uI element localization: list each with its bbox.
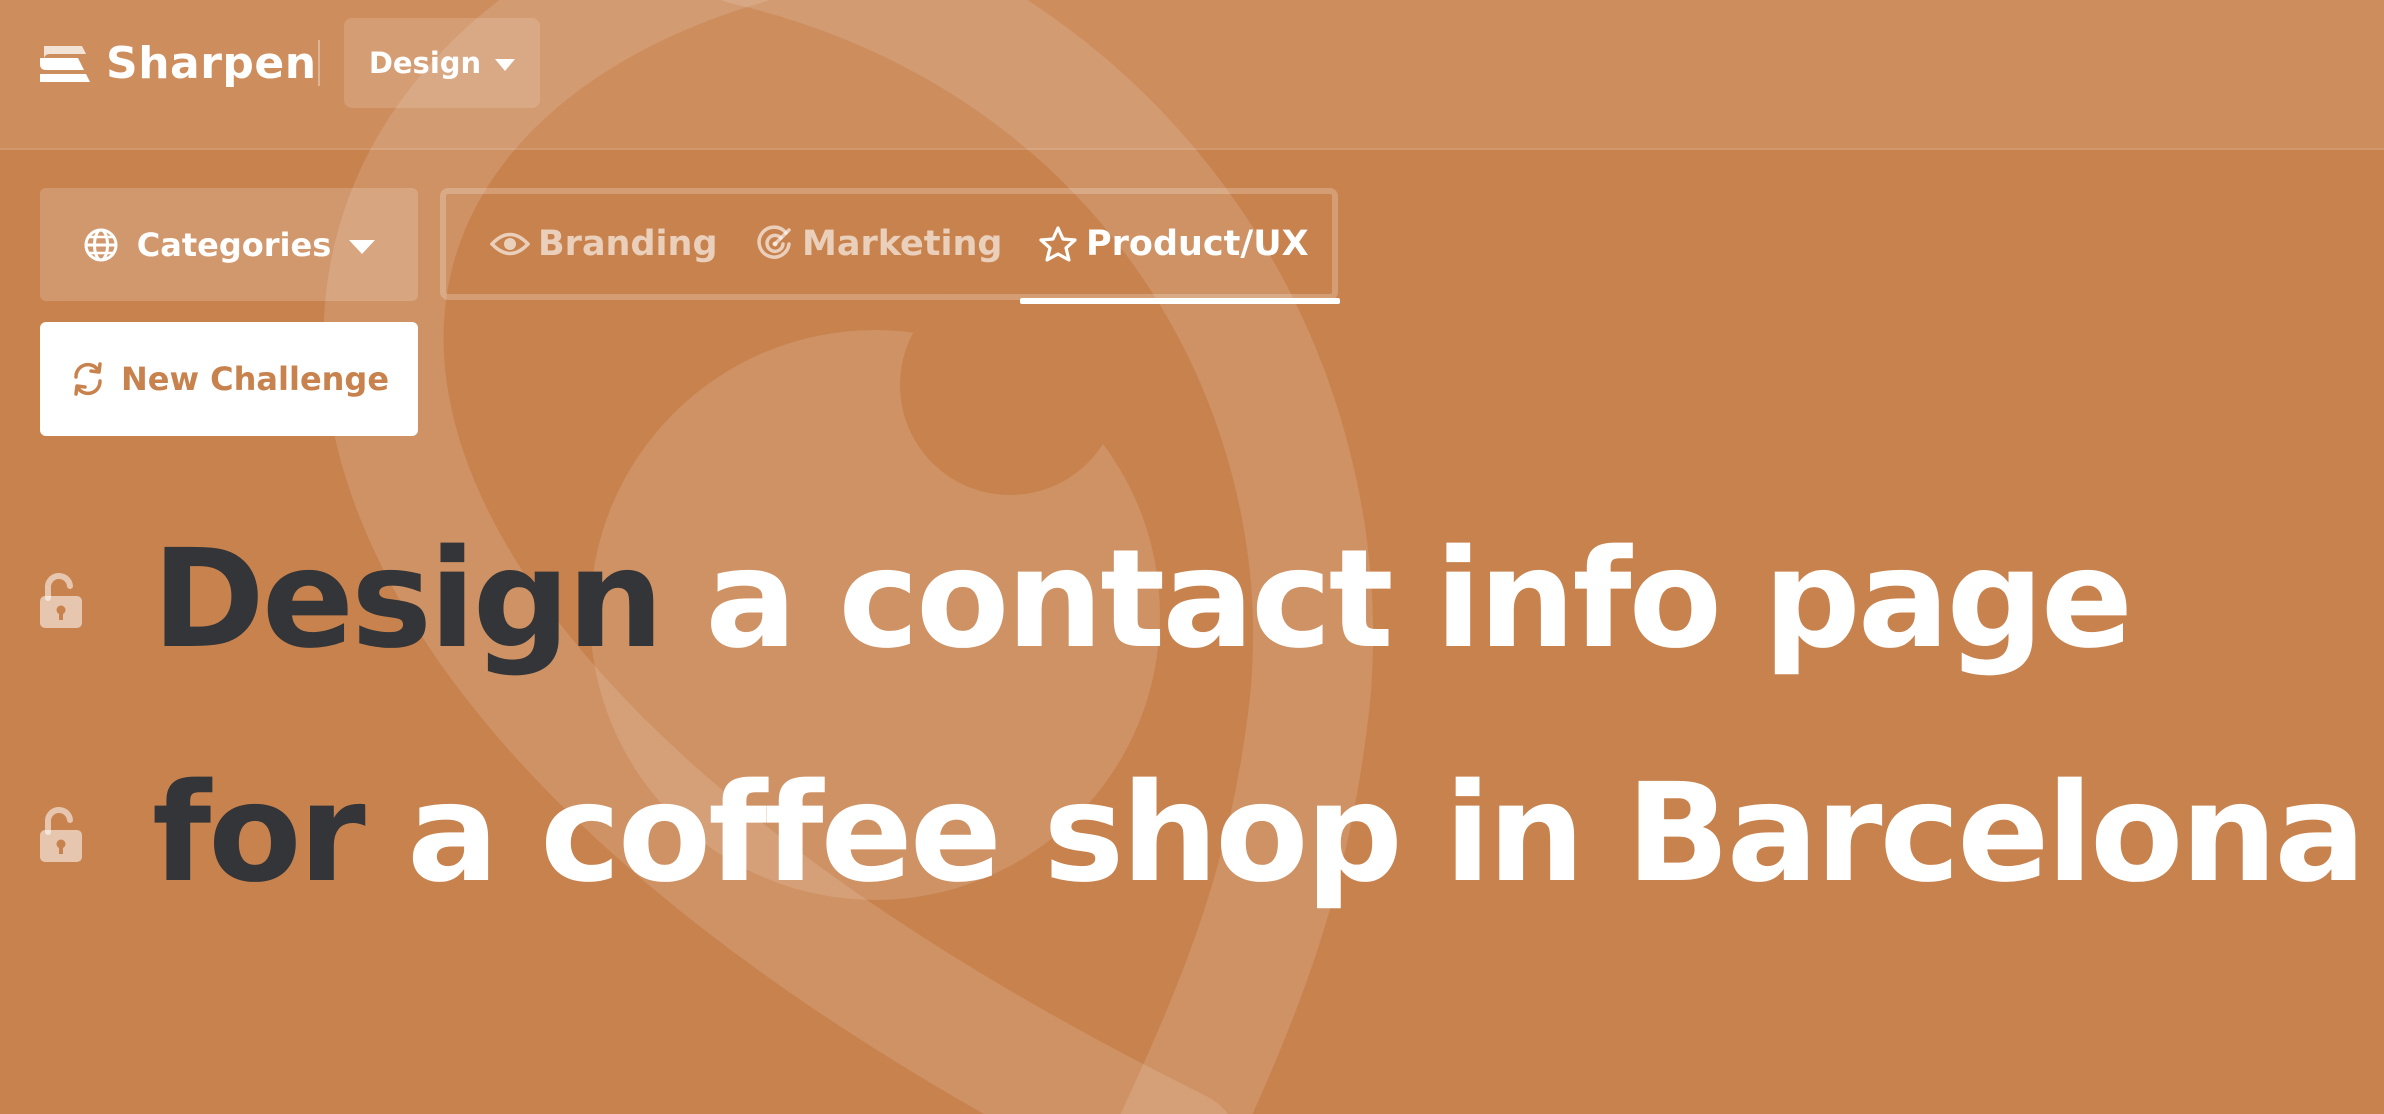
unlock-icon[interactable]	[38, 806, 84, 862]
top-navigation-bar: Sharpen Design	[0, 0, 2384, 150]
tab-branding[interactable]: Branding	[490, 194, 718, 294]
chevron-down-icon	[349, 239, 376, 254]
new-challenge-button[interactable]: New Challenge	[40, 322, 418, 436]
active-tab-indicator	[1020, 298, 1340, 304]
target-icon	[757, 225, 791, 259]
challenge-text: a coffee shop in Barcelona	[407, 755, 2366, 913]
challenge-line-2: for a coffee shop in Barcelona	[38, 754, 2366, 914]
design-dropdown[interactable]: Design	[344, 18, 540, 108]
eye-icon	[490, 232, 530, 256]
category-tabs: Branding Marketing Product/UX	[440, 188, 1340, 304]
globe-icon	[84, 228, 118, 261]
design-dropdown-label: Design	[368, 46, 482, 80]
tab-label: Product/UX	[1086, 224, 1309, 264]
challenge-keyword: for	[152, 755, 366, 913]
sharpen-logo-icon	[40, 45, 90, 82]
tab-product-ux[interactable]: Product/UX	[1038, 194, 1309, 294]
unlock-icon[interactable]	[38, 572, 84, 628]
tab-label: Branding	[538, 224, 718, 264]
refresh-icon	[74, 362, 102, 396]
tab-label: Marketing	[802, 224, 1003, 264]
app-logo[interactable]: Sharpen	[38, 38, 317, 89]
categories-dropdown[interactable]: Categories	[40, 188, 418, 301]
categories-label: Categories	[136, 225, 332, 264]
challenge-keyword: Design	[152, 521, 664, 679]
challenge-text: a contact info page	[705, 521, 2133, 679]
star-icon	[1039, 226, 1077, 262]
chevron-down-icon	[495, 59, 516, 71]
challenge-line-1: Design a contact info page	[38, 520, 2133, 680]
header-divider	[318, 40, 320, 86]
new-challenge-label: New Challenge	[120, 360, 390, 398]
app-name: Sharpen	[106, 38, 317, 89]
tab-marketing[interactable]: Marketing	[756, 194, 1002, 294]
